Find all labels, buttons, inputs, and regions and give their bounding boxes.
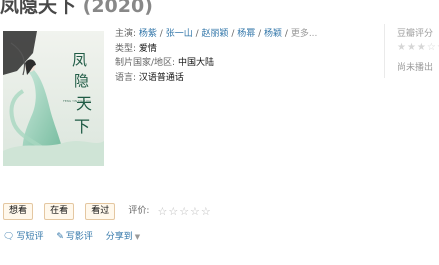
separator: / (255, 29, 265, 39)
want-to-watch-button[interactable]: 想看 (3, 203, 34, 220)
pencil-icon: ✎ (56, 232, 64, 242)
poster-title-char-2: 隐 (74, 72, 89, 90)
info-language-row: 语言: 汉语普通话 (115, 71, 317, 86)
rating-stars-icon: ★★★☆☆ (397, 42, 439, 53)
starring-label: 主演: (115, 29, 139, 39)
chevron-down-icon: ▼ (134, 233, 141, 241)
poster-title-char-1: 凤 (72, 51, 87, 69)
info-genre-row: 类型: 爱情 (115, 42, 317, 57)
region-label: 制片国家/地区: (115, 58, 178, 68)
comment-icon: 🗨 (3, 232, 15, 242)
share-dropdown[interactable]: 分享到 ▼ (106, 229, 140, 242)
actor-link[interactable]: 张一山 (166, 29, 193, 39)
write-short-review-link[interactable]: 🗨 写短评 (3, 229, 43, 242)
movie-year: (2020) (82, 0, 153, 17)
genre-label: 类型: (115, 43, 139, 54)
info-region-row: 制片国家/地区: 中国大陆 (115, 56, 317, 71)
region-value: 中国大陆 (177, 58, 214, 68)
movie-poster[interactable]: 凤 隐 天 下 FENG YIN TIAN XIA (3, 31, 104, 166)
movie-title: 凤隐天下 (0, 0, 77, 17)
tools-bar: 🗨 写短评 ✎ 写影评 分享到 ▼ (3, 229, 150, 242)
watching-button[interactable]: 在看 (44, 203, 75, 220)
genre-value: 爱情 (138, 43, 157, 54)
info-starring-row: 主演: 杨紫 / 张一山 / 赵丽颖 / 杨幂 / 杨颖 / 更多... (115, 27, 317, 42)
rating-title: 豆瓣评分 (397, 29, 434, 39)
poster-title-char-3: 天 (76, 94, 92, 113)
actor-link[interactable]: 杨幂 (237, 29, 255, 39)
more-actors-link[interactable]: 更多... (291, 29, 318, 39)
review-label: 写影评 (65, 232, 93, 242)
separator: / (282, 29, 291, 39)
language-label: 语言: (115, 72, 139, 83)
actor-link[interactable]: 杨紫 (139, 29, 157, 39)
share-label: 分享到 (105, 232, 133, 242)
action-bar: 想看 在看 看过 评价: ☆☆☆☆☆ (3, 203, 212, 220)
watched-button[interactable]: 看过 (85, 203, 116, 220)
short-review-label: 写短评 (16, 232, 44, 242)
rate-stars-input[interactable]: ☆☆☆☆☆ (157, 203, 211, 220)
write-review-link[interactable]: ✎ 写影评 (56, 229, 93, 242)
separator: / (156, 29, 166, 39)
poster-small-text: FENG YIN TIAN XIA (63, 99, 92, 103)
movie-info: 主演: 杨紫 / 张一山 / 赵丽颖 / 杨幂 / 杨颖 / 更多... 类型:… (115, 27, 317, 85)
page-title: 凤隐天下 (2020) (0, 0, 153, 18)
rating-empty-text: 尚未播出 (397, 63, 434, 73)
actor-link[interactable]: 杨颖 (264, 29, 282, 39)
separator: / (228, 29, 238, 39)
rating-panel: 豆瓣评分 ★★★☆☆ 尚未播出 (384, 24, 439, 78)
poster-title-char-4: 下 (74, 117, 90, 136)
rate-label: 评价: (128, 206, 150, 216)
language-value: 汉语普通话 (138, 72, 184, 83)
actor-link[interactable]: 赵丽颖 (201, 29, 228, 39)
